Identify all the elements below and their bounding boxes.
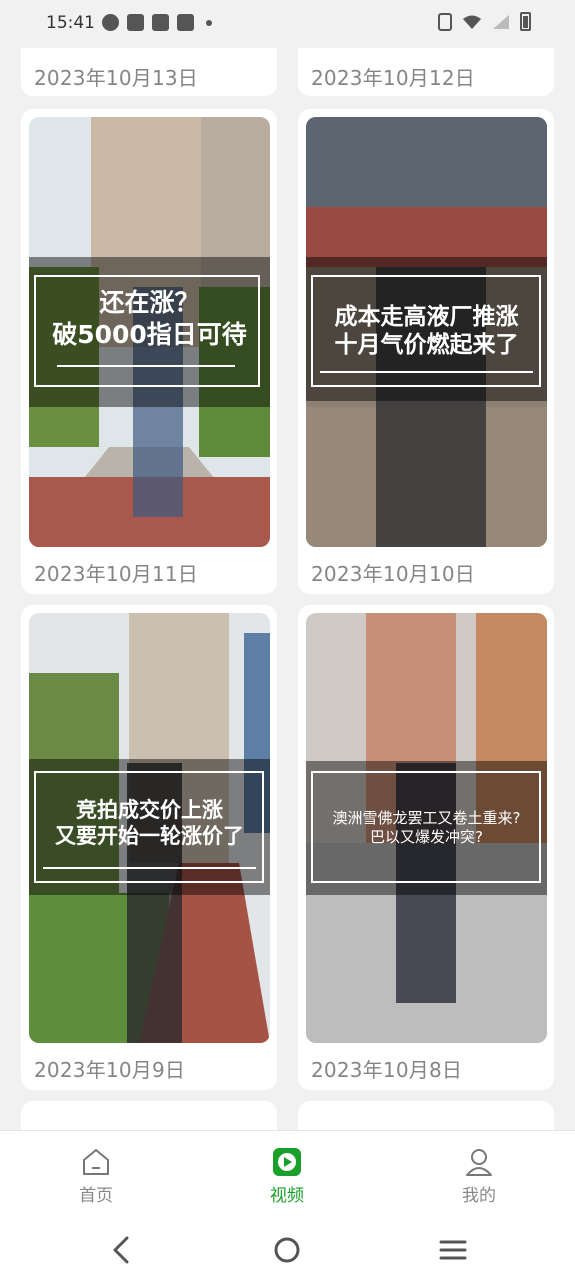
mail-icon: [152, 14, 169, 31]
video-card[interactable]: 竞拍成交价上涨 又要开始一轮涨价了 2023年10月9日: [21, 605, 277, 1090]
video-card[interactable]: 成本走高液厂推涨 十月气价燃起来了 2023年10月10日: [298, 109, 554, 594]
dot-icon: [206, 19, 212, 26]
battery-icon: [520, 12, 531, 31]
video-card-partial[interactable]: [21, 1101, 277, 1130]
nav-label: 首页: [79, 1186, 113, 1206]
bottom-nav: 首页 视频 我的: [0, 1130, 575, 1210]
card-date: 2023年10月11日: [34, 562, 198, 586]
status-time: 15:41: [46, 13, 95, 33]
caption-overlay: 还在涨？ 破5000指日可待: [29, 257, 270, 407]
video-card-partial[interactable]: 2023年10月13日: [21, 48, 277, 96]
video-thumbnail[interactable]: 成本走高液厂推涨 十月气价燃起来了: [306, 117, 547, 547]
caption-overlay: 竞拍成交价上涨 又要开始一轮涨价了: [29, 759, 270, 895]
nav-home[interactable]: 首页: [36, 1131, 156, 1211]
card-caption: 竞拍成交价上涨 又要开始一轮涨价了: [55, 798, 244, 848]
signal-icon: [493, 14, 509, 29]
notification-icons: [102, 14, 212, 31]
video-card-partial[interactable]: [298, 1101, 554, 1130]
card-caption: 成本走高液厂推涨 十月气价燃起来了: [334, 304, 519, 358]
nav-label: 视频: [270, 1186, 304, 1206]
caption-overlay: 成本走高液厂推涨 十月气价燃起来了: [306, 257, 547, 401]
video-thumbnail[interactable]: 还在涨？ 破5000指日可待: [29, 117, 270, 547]
card-date: 2023年10月12日: [311, 66, 475, 90]
video-card[interactable]: 澳洲雪佛龙罢工又卷土重来? 巴以又爆发冲突? 2023年10月8日: [298, 605, 554, 1090]
back-icon[interactable]: [102, 1230, 142, 1270]
mail-icon: [127, 14, 144, 31]
home-icon: [83, 1149, 109, 1175]
system-icons: [438, 12, 531, 31]
wifi-icon: [463, 15, 481, 29]
video-card-partial[interactable]: 2023年10月12日: [298, 48, 554, 96]
nav-profile[interactable]: 我的: [419, 1131, 539, 1211]
card-date: 2023年10月13日: [34, 66, 198, 90]
nav-video[interactable]: 视频: [227, 1131, 347, 1211]
card-date: 2023年10月9日: [34, 1058, 186, 1082]
video-play-icon: [273, 1148, 301, 1176]
vibrate-icon: [438, 12, 452, 31]
video-thumbnail[interactable]: 竞拍成交价上涨 又要开始一轮涨价了: [29, 613, 270, 1043]
card-caption: 还在涨？ 破5000指日可待: [52, 288, 247, 349]
menu-icon[interactable]: [433, 1230, 473, 1270]
user-icon: [466, 1149, 492, 1176]
speedometer-icon: [102, 14, 119, 31]
video-thumbnail[interactable]: 澳洲雪佛龙罢工又卷土重来? 巴以又爆发冲突?: [306, 613, 547, 1043]
mail-icon: [177, 14, 194, 31]
card-date: 2023年10月8日: [311, 1058, 463, 1082]
nav-label: 我的: [462, 1186, 496, 1206]
card-caption: 澳洲雪佛龙罢工又卷土重来? 巴以又爆发冲突?: [332, 809, 521, 846]
system-nav-bar: [0, 1210, 575, 1280]
video-card[interactable]: 还在涨？ 破5000指日可待 2023年10月11日: [21, 109, 277, 594]
card-date: 2023年10月10日: [311, 562, 475, 586]
status-bar: 15:41: [0, 0, 575, 48]
caption-overlay: 澳洲雪佛龙罢工又卷土重来? 巴以又爆发冲突?: [306, 761, 547, 895]
video-feed[interactable]: 2023年10月13日 2023年10月12日 还在涨？ 破5000指日可待 2: [0, 48, 575, 1130]
home-circle-icon[interactable]: [267, 1230, 307, 1270]
